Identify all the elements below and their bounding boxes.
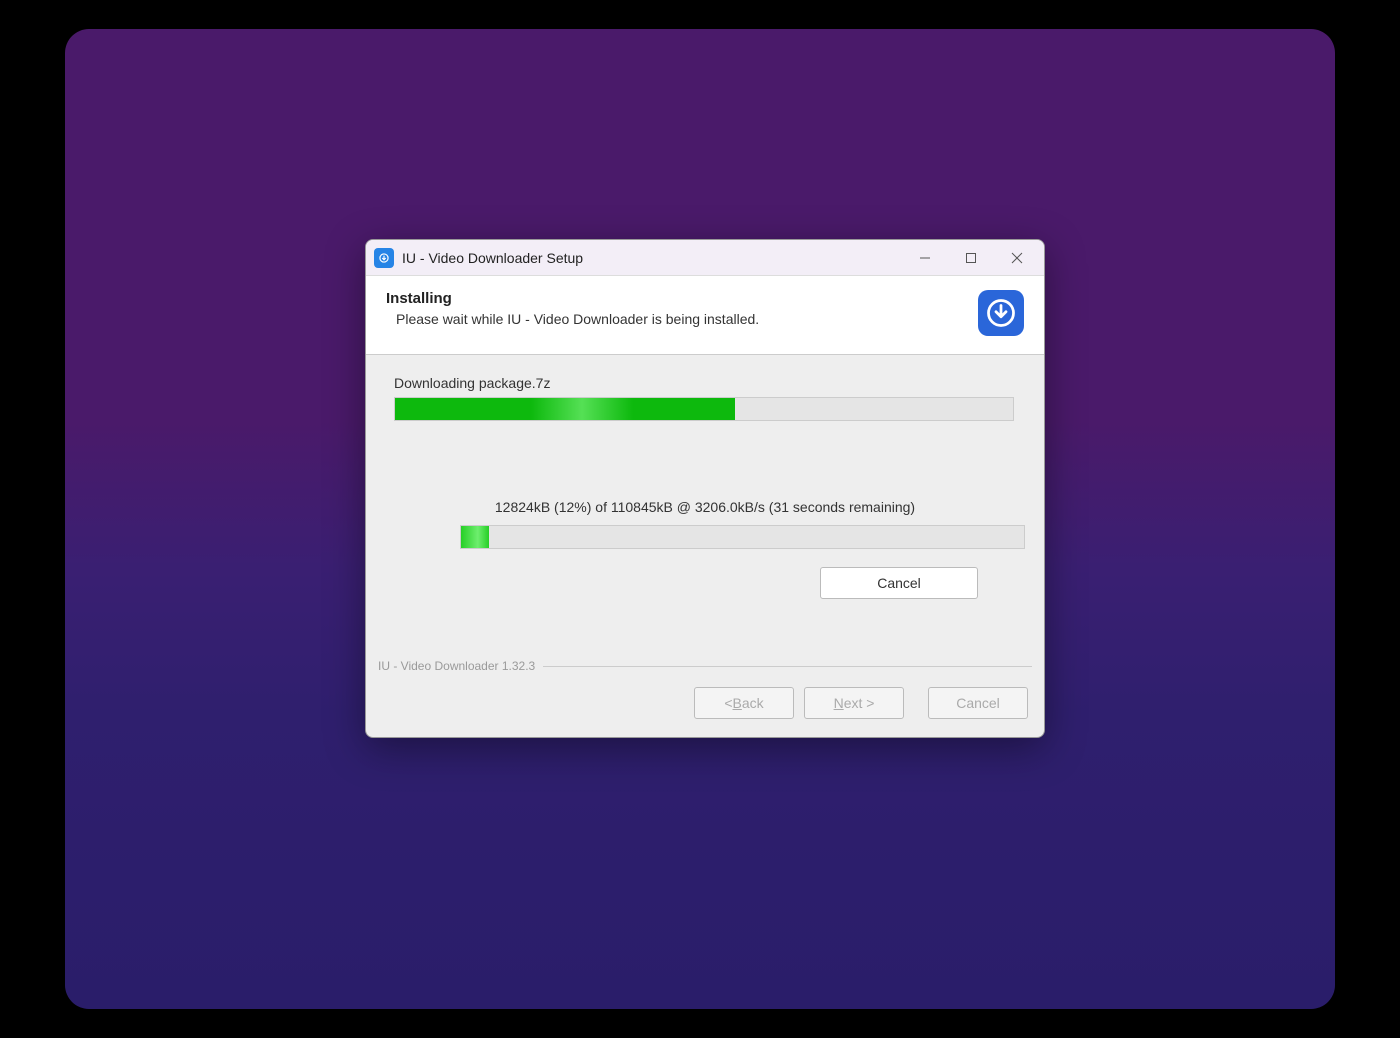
detail-progress-fill	[461, 526, 489, 548]
separator-line	[543, 666, 1032, 667]
task-label: Downloading package.7z	[394, 375, 1016, 391]
download-detail-panel: 12824kB (12%) of 110845kB @ 3206.0kB/s (…	[394, 499, 1016, 599]
close-button[interactable]	[994, 242, 1040, 274]
footer-separator: IU - Video Downloader 1.32.3	[366, 659, 1044, 673]
maximize-button[interactable]	[948, 242, 994, 274]
download-status-text: 12824kB (12%) of 110845kB @ 3206.0kB/s (…	[394, 499, 1016, 515]
header-title: Installing	[386, 290, 759, 307]
cancel-download-button[interactable]: Cancel	[820, 567, 978, 599]
content-header: Installing Please wait while IU - Video …	[366, 276, 1044, 355]
installer-window: IU - Video Downloader Setup Installing P…	[365, 239, 1045, 738]
header-subtitle: Please wait while IU - Video Downloader …	[396, 311, 759, 327]
desktop-background: IU - Video Downloader Setup Installing P…	[65, 29, 1335, 1009]
window-controls	[902, 242, 1040, 274]
next-button: Next >	[804, 687, 904, 719]
footer-buttons: < Back Next > Cancel	[366, 673, 1044, 737]
app-icon	[374, 248, 394, 268]
main-progress-fill	[395, 398, 735, 420]
minimize-button[interactable]	[902, 242, 948, 274]
brand-label: IU - Video Downloader 1.32.3	[378, 659, 535, 673]
download-icon	[978, 290, 1024, 336]
main-progress-bar	[394, 397, 1014, 421]
back-button: < Back	[694, 687, 794, 719]
body-area: Downloading package.7z 12824kB (12%) of …	[366, 355, 1044, 659]
window-title: IU - Video Downloader Setup	[402, 250, 902, 266]
detail-progress-bar	[460, 525, 1025, 549]
titlebar[interactable]: IU - Video Downloader Setup	[366, 240, 1044, 276]
cancel-button: Cancel	[928, 687, 1028, 719]
